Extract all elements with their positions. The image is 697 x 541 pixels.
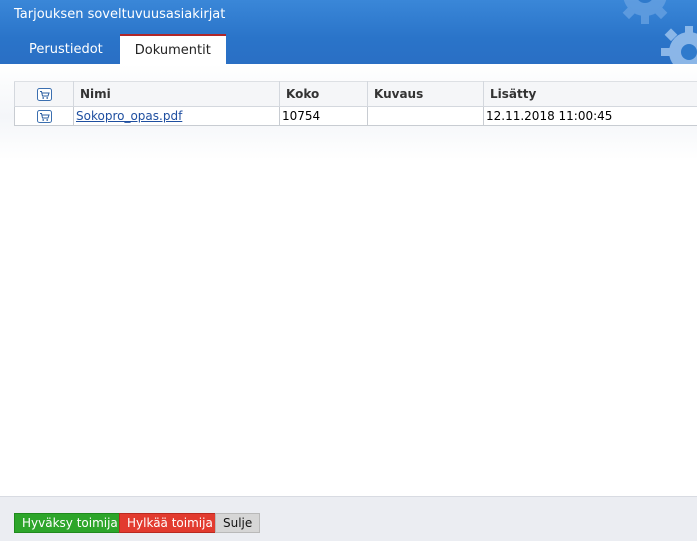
tab-perustiedot[interactable]: Perustiedot <box>14 34 118 64</box>
table-header-row: Nimi Koko Kuvaus Lisätty <box>15 82 697 107</box>
window-title: Tarjouksen soveltuvuusasiakirjat <box>14 7 225 22</box>
column-header-lisatty[interactable]: Lisätty <box>484 82 697 107</box>
table-row[interactable]: Sokopro_opas.pdf 10754 12.11.2018 11:00:… <box>15 107 697 126</box>
row-name-cell: Sokopro_opas.pdf <box>74 107 280 126</box>
content-area: Nimi Koko Kuvaus Lisätty <box>0 64 697 496</box>
cart-icon <box>37 88 52 101</box>
footer-bar: Hyväksy toimija Hylkää toimija Sulje <box>0 496 697 541</box>
gear-icon <box>587 0 697 64</box>
row-icon-cell[interactable] <box>15 107 74 126</box>
documents-panel: Nimi Koko Kuvaus Lisätty <box>0 64 697 160</box>
window-header: Tarjouksen soveltuvuusasiakirjat Perusti… <box>0 0 697 64</box>
row-size-cell: 10754 <box>280 107 368 126</box>
close-button[interactable]: Sulje <box>215 513 260 533</box>
column-header-koko[interactable]: Koko <box>280 82 368 107</box>
reject-supplier-button[interactable]: Hylkää toimija <box>119 513 221 533</box>
documents-table: Nimi Koko Kuvaus Lisätty <box>14 81 697 126</box>
column-header-icon[interactable] <box>15 82 74 107</box>
accept-supplier-button[interactable]: Hyväksy toimija <box>14 513 126 533</box>
row-added-cell: 12.11.2018 11:00:45 <box>484 107 697 126</box>
column-header-nimi[interactable]: Nimi <box>74 82 280 107</box>
tab-dokumentit[interactable]: Dokumentit <box>120 34 226 64</box>
cart-icon[interactable] <box>37 110 52 123</box>
row-description-cell <box>368 107 484 126</box>
tab-bar: Perustiedot Dokumentit <box>14 34 226 64</box>
column-header-kuvaus[interactable]: Kuvaus <box>368 82 484 107</box>
document-link[interactable]: Sokopro_opas.pdf <box>76 109 182 123</box>
